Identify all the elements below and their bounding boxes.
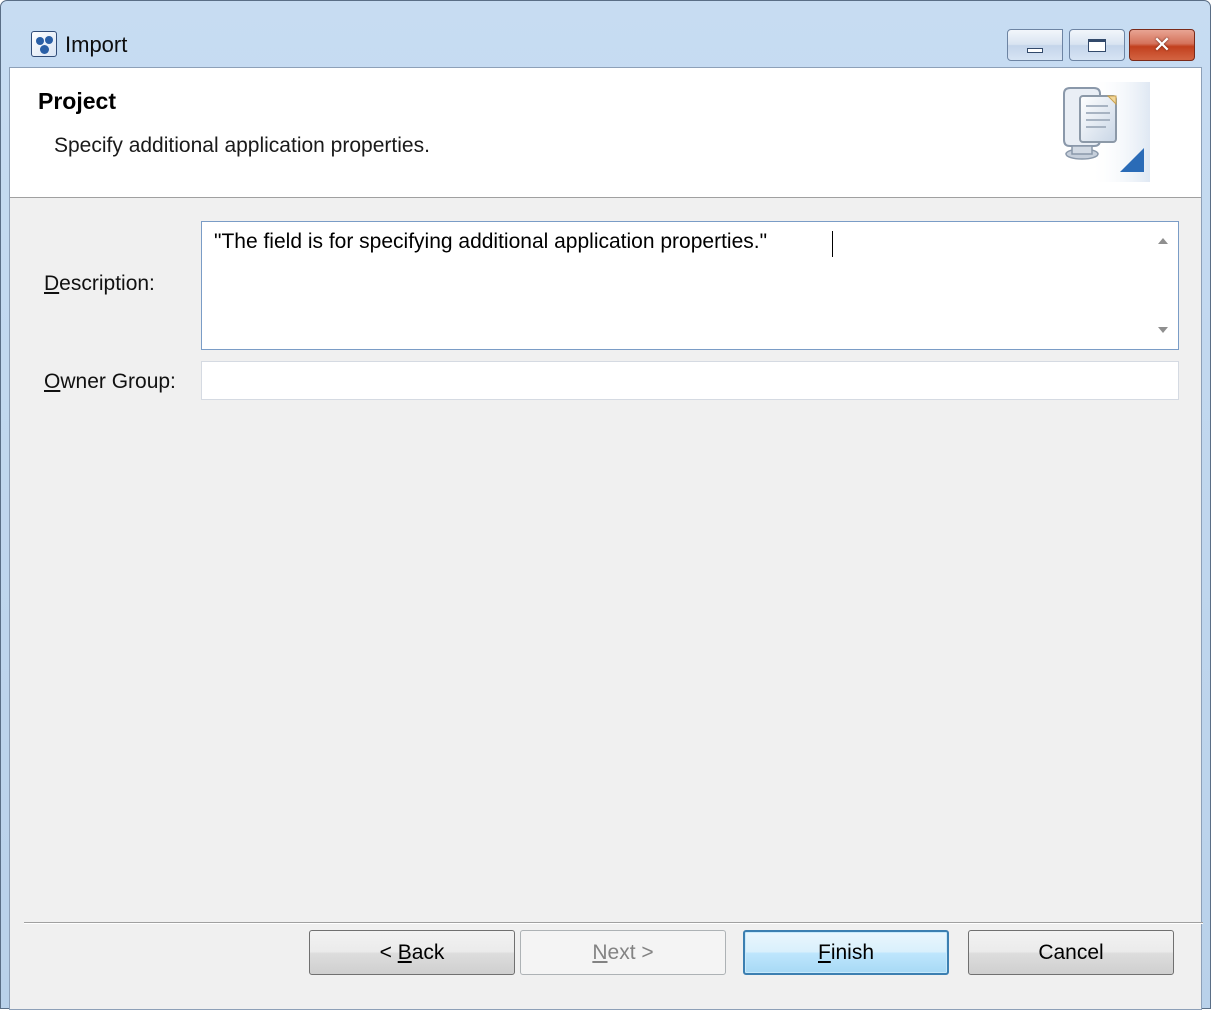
button-bar-separator: [24, 922, 1203, 924]
cancel-button[interactable]: Cancel: [968, 930, 1174, 975]
import-wizard-icon: [1063, 82, 1150, 182]
maximize-button[interactable]: [1069, 29, 1125, 61]
description-label: Description:: [44, 272, 155, 295]
minimize-icon: [1027, 47, 1043, 53]
wizard-banner: Project Specify additional application p…: [10, 68, 1201, 198]
close-icon: ✕: [1152, 32, 1172, 58]
close-button[interactable]: ✕: [1129, 29, 1195, 61]
minimize-button[interactable]: [1007, 29, 1063, 61]
page-subtitle: Specify additional application propertie…: [54, 134, 430, 157]
description-text: "The field is for specifying additional …: [214, 230, 768, 253]
page-title: Project: [38, 88, 116, 114]
scroll-down-arrow-icon[interactable]: [1158, 327, 1168, 333]
app-icon: [31, 31, 57, 57]
owner-group-label: Owner Group:: [44, 370, 176, 393]
dialog-client-area: Project Specify additional application p…: [9, 67, 1203, 1010]
window-title: Import: [65, 32, 128, 57]
scroll-up-arrow-icon[interactable]: [1158, 238, 1168, 244]
description-textarea[interactable]: "The field is for specifying additional …: [201, 221, 1179, 350]
next-button[interactable]: Next >: [520, 930, 726, 975]
import-dialog-window: Import ✕ Project Specify additional appl…: [0, 0, 1211, 1010]
finish-button[interactable]: Finish: [743, 930, 949, 975]
maximize-icon: [1088, 38, 1106, 52]
owner-group-input[interactable]: [201, 361, 1179, 400]
title-bar[interactable]: Import ✕: [1, 1, 1210, 67]
back-button[interactable]: < Back: [309, 930, 515, 975]
text-caret: [832, 231, 833, 257]
